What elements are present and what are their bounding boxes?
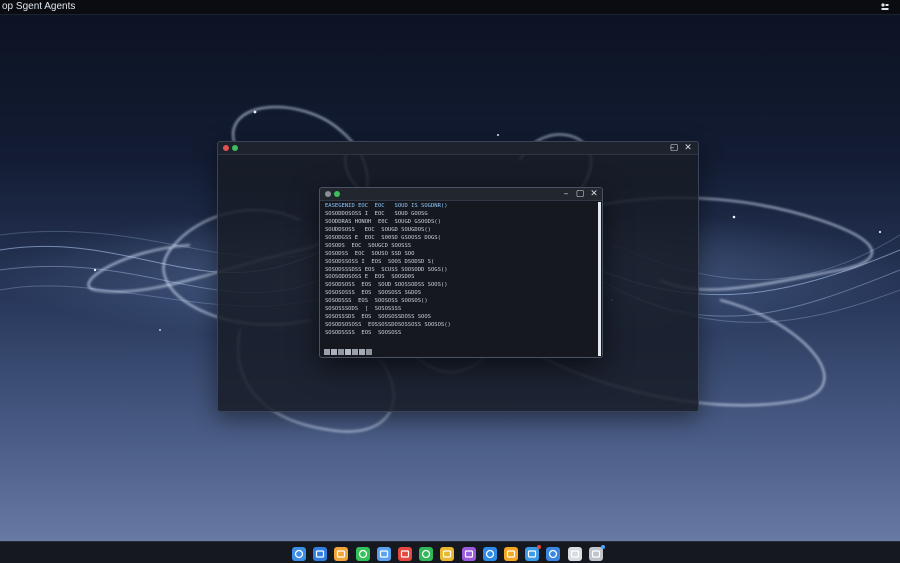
status-swatch bbox=[338, 349, 344, 355]
podcasts-icon[interactable] bbox=[461, 547, 476, 561]
terminal-line: SOODDRAS HONOH E0C SOUGD GSOODS() bbox=[325, 218, 441, 225]
photos-icon[interactable] bbox=[376, 547, 391, 561]
status-swatch bbox=[352, 349, 358, 355]
app-title: op Sgent Agents bbox=[2, 1, 76, 12]
close-dot-icon[interactable] bbox=[325, 191, 331, 197]
terminal-window-titlebar[interactable]: – ▢ ✕ bbox=[320, 188, 602, 201]
preview-icon[interactable] bbox=[546, 547, 561, 561]
restore-button[interactable]: ▢ bbox=[668, 142, 680, 154]
terminal-line: SOSODGSS E EOC S00SD GSOOSS DOGS( bbox=[325, 234, 441, 241]
trash-icon[interactable] bbox=[588, 545, 605, 561]
terminal-line: SOSODSSOSS I EOS SOOS DSODSD S( bbox=[325, 258, 435, 265]
maximize-dot-icon[interactable] bbox=[334, 191, 340, 197]
top-menu-bar: op Sgent Agents bbox=[0, 0, 900, 15]
maps-icon[interactable] bbox=[525, 545, 542, 561]
terminal-line: SOSODSSSDSS EOS SCUSS SOOSODD SOGS() bbox=[325, 266, 448, 273]
calendar-icon[interactable] bbox=[398, 547, 412, 561]
finder-icon[interactable] bbox=[292, 547, 306, 561]
terminal-line: SOSOSSSODS [ SOSOSSSS bbox=[325, 306, 402, 313]
notification-badge bbox=[600, 545, 605, 549]
terminal-line: SOSOSSSDS EOS SOOSOSSDOSS SOOS bbox=[325, 314, 431, 321]
close-dot-icon[interactable] bbox=[223, 145, 229, 151]
status-swatch bbox=[366, 349, 372, 355]
notes-icon[interactable] bbox=[334, 547, 349, 561]
status-swatch bbox=[331, 349, 337, 355]
maximize-dot-icon[interactable] bbox=[232, 145, 238, 151]
background-window-titlebar[interactable]: – ▢ ✕ bbox=[218, 142, 698, 155]
safari-icon[interactable] bbox=[482, 547, 497, 561]
terminal-line: SOSODSSS EOS SOOSOSS SOOSOS() bbox=[325, 298, 428, 305]
terminal-line: SOSODDOSOSS I EOC SOUD GOOSG bbox=[325, 210, 428, 217]
terminal-window[interactable]: – ▢ ✕ EASEGENID EOC EOC SOUD IS SOGDNR()… bbox=[319, 187, 603, 358]
status-swatch bbox=[345, 349, 351, 355]
terminal-line: SOSODSOSOSS EOSSOSSDOSOSSOSS SOOSOS() bbox=[325, 322, 451, 329]
dock bbox=[0, 541, 900, 563]
status-swatch bbox=[359, 349, 365, 355]
terminal-line: SOSOSOSSS EOS SOOSOSS SGDOS bbox=[325, 290, 422, 297]
launchpad-icon[interactable] bbox=[313, 547, 328, 561]
restore-button[interactable]: ▢ bbox=[574, 188, 586, 200]
desktop: op Sgent Agents – ▢ ✕ – ▢ ✕ EASEGENID EO… bbox=[0, 0, 900, 563]
terminal-line: SOSODSS EOC SOUSO SSD SOO bbox=[325, 250, 415, 257]
close-button[interactable]: ✕ bbox=[682, 142, 694, 154]
chrome-icon[interactable] bbox=[440, 547, 455, 561]
facetime-icon[interactable] bbox=[419, 547, 434, 561]
terminal-output[interactable]: EASEGENID EOC EOC SOUD IS SOGDNR() SOSODD… bbox=[325, 203, 593, 335]
terminal-line: SOSODSOSS EOS SOUD SOOSSODSS SOOS() bbox=[325, 282, 448, 289]
terminal-status-strip bbox=[324, 349, 372, 355]
terminal-line: EASEGENID EOC EOC SOUD IS SOGDNR() bbox=[325, 203, 448, 209]
status-swatch bbox=[324, 349, 330, 355]
notification-badge bbox=[537, 545, 542, 549]
books-icon[interactable] bbox=[504, 547, 518, 561]
terminal-icon[interactable] bbox=[567, 547, 582, 561]
close-button[interactable]: ✕ bbox=[588, 188, 600, 200]
terminal-scrollbar[interactable] bbox=[598, 202, 601, 356]
tray-icon[interactable] bbox=[880, 2, 890, 12]
terminal-line: SOOSODOSOSS E EOS SOOSD0S bbox=[325, 274, 415, 281]
minimize-button[interactable]: – bbox=[560, 188, 572, 200]
terminal-line: SOSODS EOC S0UGCD SOOSSS bbox=[325, 242, 412, 249]
terminal-line: SOSODSSSS EOS SOOSOSS bbox=[325, 330, 402, 335]
terminal-line: SOUDDSOSS EOC SOUGD SOUGDOS() bbox=[325, 226, 431, 233]
messages-icon[interactable] bbox=[355, 547, 370, 561]
